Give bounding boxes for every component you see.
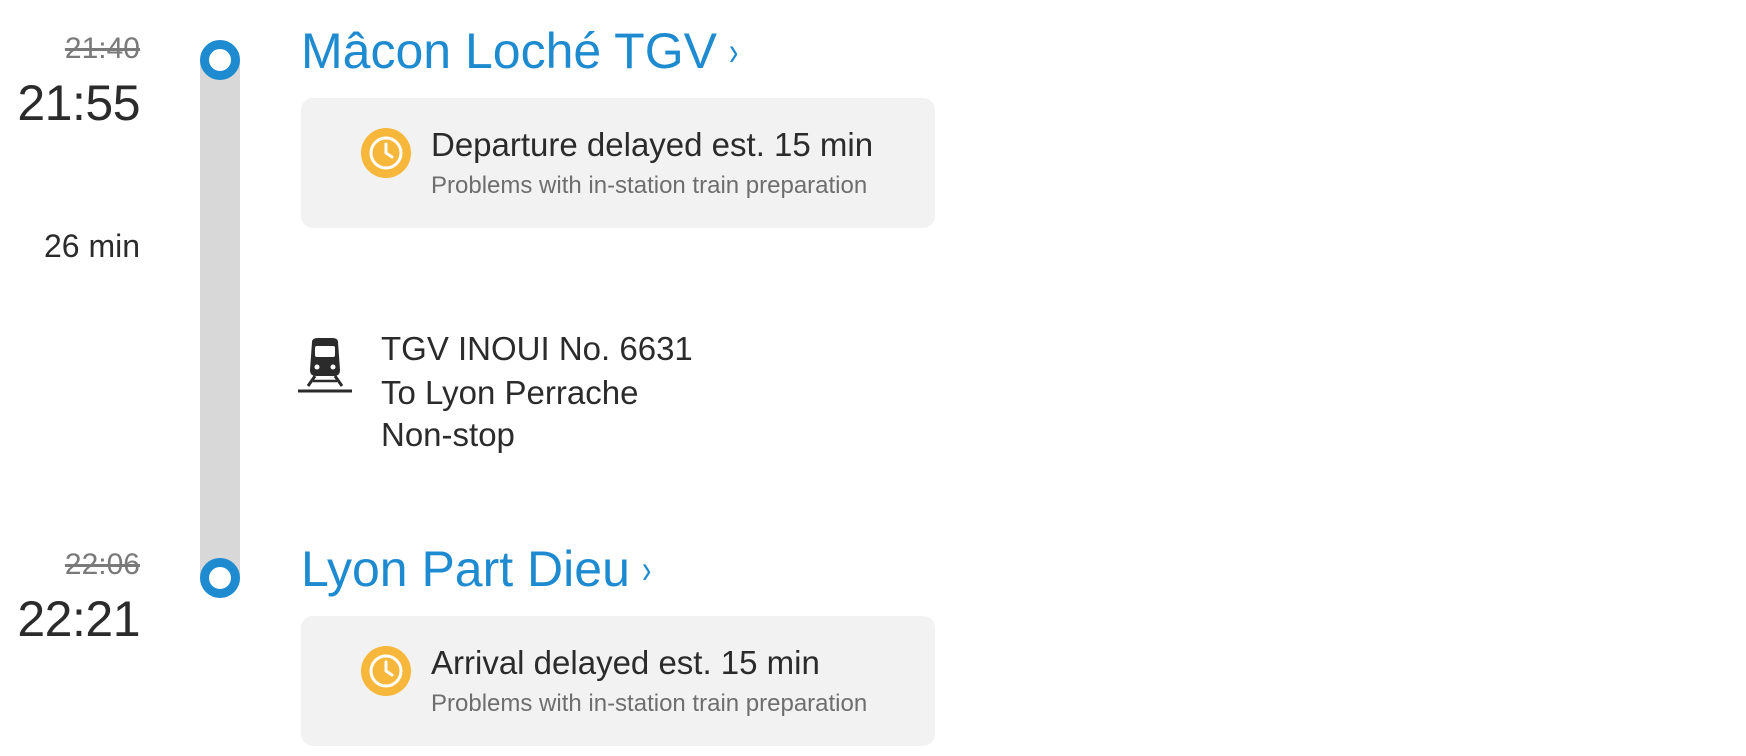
train-name: TGV INOUI No. 6631 [381, 330, 693, 367]
train-icon [298, 336, 352, 394]
leg-duration: 26 min [43, 228, 140, 264]
arrival-scheduled-time: 22:06 [64, 548, 140, 581]
departure-delay-title: Departure delayed est. 15 min [431, 126, 874, 163]
chevron-right-icon: › [641, 548, 652, 592]
arrival-station-link[interactable]: Lyon Part Dieu › [301, 540, 653, 598]
departure-delay-reason: Problems with in-station train preparati… [431, 172, 868, 199]
clock-icon [361, 128, 411, 178]
arrival-delay-card: Arrival delayed est. 15 min Problems wit… [301, 616, 935, 746]
departure-delay-card: Departure delayed est. 15 min Problems w… [301, 98, 935, 228]
departure-station-name: Mâcon Loché TGV [301, 23, 717, 79]
arrival-stop-dot [200, 558, 240, 598]
departure-scheduled-time: 21:40 [64, 32, 140, 65]
arrival-estimated-time: 22:21 [17, 591, 140, 647]
train-direction: To Lyon Perrache [381, 374, 639, 411]
journey-track [200, 62, 240, 580]
departure-estimated-time: 21:55 [17, 75, 140, 131]
chevron-right-icon: › [728, 30, 739, 74]
train-stops: Non-stop [381, 416, 515, 453]
departure-station-link[interactable]: Mâcon Loché TGV › [301, 22, 740, 80]
arrival-delay-reason: Problems with in-station train preparati… [431, 690, 868, 717]
departure-stop-dot [200, 40, 240, 80]
arrival-station-name: Lyon Part Dieu [301, 541, 630, 597]
arrival-delay-title: Arrival delayed est. 15 min [431, 644, 820, 681]
clock-icon [361, 646, 411, 696]
